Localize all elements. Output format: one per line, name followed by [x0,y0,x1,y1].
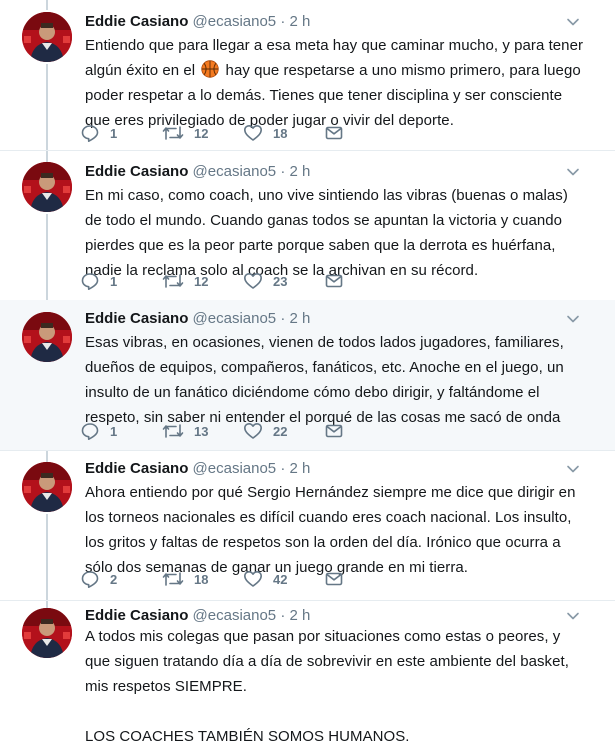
retweet-icon [162,572,184,586]
separator: · [280,163,286,180]
like-count: 22 [273,423,288,439]
tweet-text: A todos mis colegas que pasan por situac… [85,624,585,749]
retweet-icon [162,424,184,438]
reply-button[interactable]: 1 [80,122,117,144]
tweet-text: Entiendo que para llegar a esa meta hay … [85,33,585,133]
avatar-image [22,608,72,658]
reply-count: 1 [110,125,118,141]
retweet-count: 13 [194,423,209,439]
retweet-count: 12 [194,273,209,289]
heart-icon [244,125,262,141]
like-count: 18 [273,125,288,141]
like-count: 42 [273,571,288,587]
avatar-image [22,162,72,212]
tweet-3[interactable]: Eddie Casiano @ecasiano5 · 2 h Esas vibr… [0,300,615,451]
tweet-text: Ahora entiendo por qué Sergio Hernández … [85,484,576,576]
basketball-emoji-icon [201,60,220,78]
tweet-header: Eddie Casiano @ecasiano5 · 2 h [85,459,310,479]
like-button[interactable]: 23 [243,270,287,292]
retweet-count: 12 [194,125,209,141]
avatar[interactable] [22,12,72,62]
retweet-count: 18 [194,571,209,587]
tweet-paragraph-extra: LOS COACHES TAMBIÉN SOMOS HUMANOS. [85,728,410,745]
author-name[interactable]: Eddie Casiano [85,163,188,180]
avatar[interactable] [22,162,72,212]
tweet-text: En mi caso, como coach, uno vive sintien… [85,187,568,279]
dm-button[interactable] [324,122,344,144]
author-name[interactable]: Eddie Casiano [85,310,188,327]
timestamp[interactable]: 2 h [290,607,311,624]
separator: · [280,607,286,624]
chevron-down-icon[interactable] [565,14,581,30]
dm-button[interactable] [324,420,344,442]
tweet-header: Eddie Casiano @ecasiano5 · 2 h [85,12,310,32]
tweet-header: Eddie Casiano @ecasiano5 · 2 h [85,309,310,329]
envelope-icon [325,126,343,140]
heart-icon [244,571,262,587]
author-handle[interactable]: @ecasiano5 [193,310,277,327]
timestamp[interactable]: 2 h [290,310,311,327]
dm-button[interactable] [324,270,344,292]
tweet-4[interactable]: Eddie Casiano @ecasiano5 · 2 h Ahora ent… [0,450,615,601]
retweet-button[interactable]: 18 [162,568,208,590]
envelope-icon [325,274,343,288]
heart-icon [244,273,262,289]
retweet-icon [162,126,184,140]
envelope-icon [325,424,343,438]
reply-icon [81,571,99,588]
chevron-down-icon[interactable] [565,608,581,624]
reply-icon [81,125,99,142]
chevron-down-icon[interactable] [565,311,581,327]
author-name[interactable]: Eddie Casiano [85,460,188,477]
reply-icon [81,423,99,440]
separator: · [280,310,286,327]
envelope-icon [325,572,343,586]
like-button[interactable]: 22 [243,420,287,442]
retweet-button[interactable]: 12 [162,270,208,292]
timestamp[interactable]: 2 h [290,13,311,30]
author-handle[interactable]: @ecasiano5 [193,607,277,624]
retweet-button[interactable]: 13 [162,420,208,442]
author-handle[interactable]: @ecasiano5 [193,163,277,180]
like-button[interactable]: 42 [243,568,287,590]
reply-count: 1 [110,423,118,439]
reply-count: 1 [110,273,118,289]
avatar-image [22,12,72,62]
heart-icon [244,423,262,439]
reply-count: 2 [110,571,118,587]
separator: · [280,13,286,30]
separator: · [280,460,286,477]
avatar[interactable] [22,312,72,362]
chevron-down-icon[interactable] [565,164,581,180]
avatar-image [22,312,72,362]
tweet-header: Eddie Casiano @ecasiano5 · 2 h [85,606,310,626]
timestamp[interactable]: 2 h [290,460,311,477]
retweet-icon [162,274,184,288]
tweet-5[interactable]: Eddie Casiano @ecasiano5 · 2 h A todos m… [0,600,615,745]
timestamp[interactable]: 2 h [290,163,311,180]
dm-button[interactable] [324,568,344,590]
chevron-down-icon[interactable] [565,461,581,477]
tweet-header: Eddie Casiano @ecasiano5 · 2 h [85,162,310,182]
author-name[interactable]: Eddie Casiano [85,13,188,30]
like-count: 23 [273,273,288,289]
reply-button[interactable]: 2 [80,568,117,590]
avatar-image [22,462,72,512]
reply-icon [81,273,99,290]
tweet-2[interactable]: Eddie Casiano @ecasiano5 · 2 h En mi cas… [0,150,615,301]
author-name[interactable]: Eddie Casiano [85,607,188,624]
author-handle[interactable]: @ecasiano5 [193,460,277,477]
like-button[interactable]: 18 [243,122,287,144]
avatar[interactable] [22,462,72,512]
tweet-1[interactable]: Eddie Casiano @ecasiano5 · 2 h Entiendo … [0,0,615,151]
reply-button[interactable]: 1 [80,270,117,292]
reply-button[interactable]: 1 [80,420,117,442]
tweet-text: Esas vibras, en ocasiones, vienen de tod… [85,334,564,426]
avatar[interactable] [22,608,72,658]
author-handle[interactable]: @ecasiano5 [193,13,277,30]
retweet-button[interactable]: 12 [162,122,208,144]
tweet-paragraph: A todos mis colegas que pasan por situac… [85,628,569,695]
